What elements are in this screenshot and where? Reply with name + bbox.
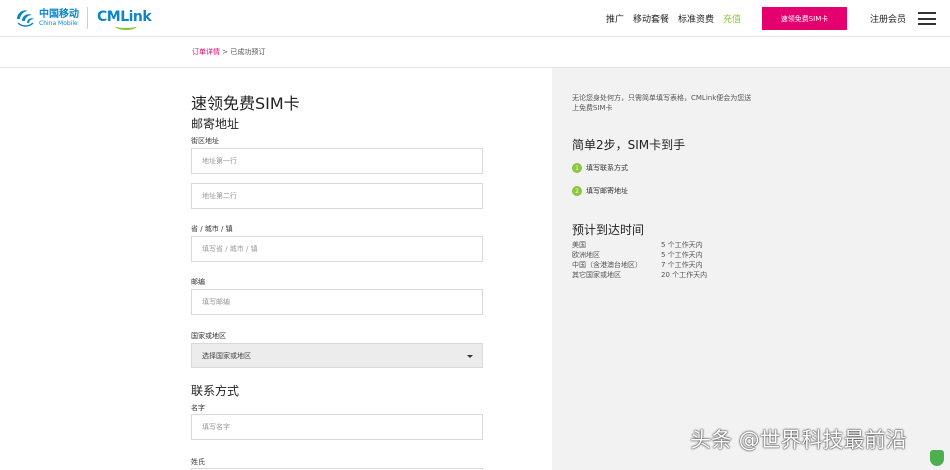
step-label: 填写邮寄地址 — [586, 187, 628, 195]
delivery-time: 5 个工作天内 — [661, 251, 703, 259]
province-label: 省 / 城市 / 镇 — [191, 225, 233, 233]
main-nav: 推广 移动套餐 标准资费 充值 — [606, 12, 750, 25]
menu-icon[interactable] — [918, 12, 936, 25]
delivery-time: 20 个工作天内 — [661, 271, 708, 279]
province-placeholder: 填写省 / 城市 / 镇 — [202, 245, 258, 253]
cmlink-swoosh-icon — [115, 22, 137, 30]
step-item: 1 填写联系方式 — [572, 163, 628, 173]
cmlink-logo[interactable]: CMLink — [97, 9, 152, 30]
firstname-label: 名字 — [191, 404, 205, 412]
register-link[interactable]: 注册会员 — [870, 12, 906, 25]
address-line1-input[interactable]: 地址第一行 — [191, 148, 483, 174]
firstname-input[interactable]: 填写名字 — [191, 414, 483, 440]
table-row: 欧洲地区 5 个工作天内 — [572, 250, 707, 260]
nav-item-plans[interactable]: 移动套餐 — [633, 12, 669, 25]
mailing-address-heading: 邮寄地址 — [191, 117, 240, 131]
delivery-region: 美国 — [572, 241, 586, 249]
china-mobile-icon — [17, 10, 34, 27]
postcode-label: 邮编 — [191, 278, 205, 286]
postcode-input[interactable]: 填写邮编 — [191, 289, 483, 315]
country-label: 国家或地区 — [191, 332, 226, 340]
watermark-text: 头条 @世界科技最前沿 — [690, 428, 907, 452]
table-row: 美国 5 个工作天内 — [572, 240, 707, 250]
nav-item-promo[interactable]: 推广 — [606, 12, 624, 25]
breadcrumb: 订单详情 > 已成功预订 — [192, 47, 265, 57]
intro-text: 无论您身处何方，只需简单填写表格，CMLink便会为您送上免费SIM卡 — [572, 94, 752, 112]
step-item: 2 填写邮寄地址 — [572, 186, 628, 196]
steps-heading: 简单2步，SIM卡到手 — [572, 138, 686, 152]
firstname-placeholder: 填写名字 — [202, 423, 230, 431]
delivery-region: 中国（含港澳台地区） — [572, 261, 642, 269]
breadcrumb-order-details[interactable]: 订单详情 — [192, 48, 220, 56]
shield-icon[interactable] — [930, 450, 944, 466]
lastname-label: 姓氏 — [191, 458, 205, 466]
address-line2-input[interactable]: 地址第二行 — [191, 183, 483, 209]
site-header: 中国移动 China Mobile CMLink 推广 移动套餐 标准资费 充值… — [0, 0, 950, 37]
country-select[interactable]: 选择国家或地区 — [191, 343, 483, 368]
info-panel: 无论您身处何方，只需简单填写表格，CMLink便会为您送上免费SIM卡 简单2步… — [552, 68, 950, 470]
step-number-badge: 1 — [572, 163, 582, 173]
china-mobile-logo[interactable]: 中国移动 China Mobile — [14, 7, 79, 29]
delivery-time: 5 个工作天内 — [661, 241, 703, 249]
address-line2-placeholder: 地址第二行 — [202, 192, 237, 200]
table-row: 中国（含港澳台地区） 7 个工作天内 — [572, 260, 707, 270]
breadcrumb-current: 已成功预订 — [230, 48, 266, 56]
table-row: 其它国家或地区 20 个工作天内 — [572, 270, 707, 280]
breadcrumb-separator: > — [222, 48, 229, 56]
postcode-placeholder: 填写邮编 — [202, 298, 230, 306]
street-label: 街区地址 — [191, 137, 219, 145]
delivery-region: 欧洲地区 — [572, 251, 600, 259]
logo-en-text: China Mobile — [39, 19, 78, 27]
logo-cn-text: 中国移动 — [39, 8, 79, 20]
logo-divider — [87, 7, 88, 29]
nav-item-topup[interactable]: 充值 — [723, 12, 741, 25]
page-title: 速领免费SIM卡 — [191, 94, 300, 113]
free-sim-button[interactable]: 速领免费SIM卡 — [762, 7, 847, 30]
province-input[interactable]: 填写省 / 城市 / 镇 — [191, 236, 483, 262]
delivery-time: 7 个工作天内 — [661, 261, 703, 269]
country-select-value: 选择国家或地区 — [202, 351, 251, 360]
contact-heading: 联系方式 — [191, 384, 240, 398]
step-label: 填写联系方式 — [586, 164, 628, 172]
nav-item-rates[interactable]: 标准资费 — [678, 12, 714, 25]
delivery-heading: 预计到达时间 — [572, 223, 645, 237]
delivery-table: 美国 5 个工作天内 欧洲地区 5 个工作天内 中国（含港澳台地区） 7 个工作… — [572, 240, 707, 280]
step-number-badge: 2 — [572, 186, 582, 196]
delivery-region: 其它国家或地区 — [572, 271, 621, 279]
caret-down-icon — [467, 355, 473, 358]
address-line1-placeholder: 地址第一行 — [202, 157, 237, 165]
